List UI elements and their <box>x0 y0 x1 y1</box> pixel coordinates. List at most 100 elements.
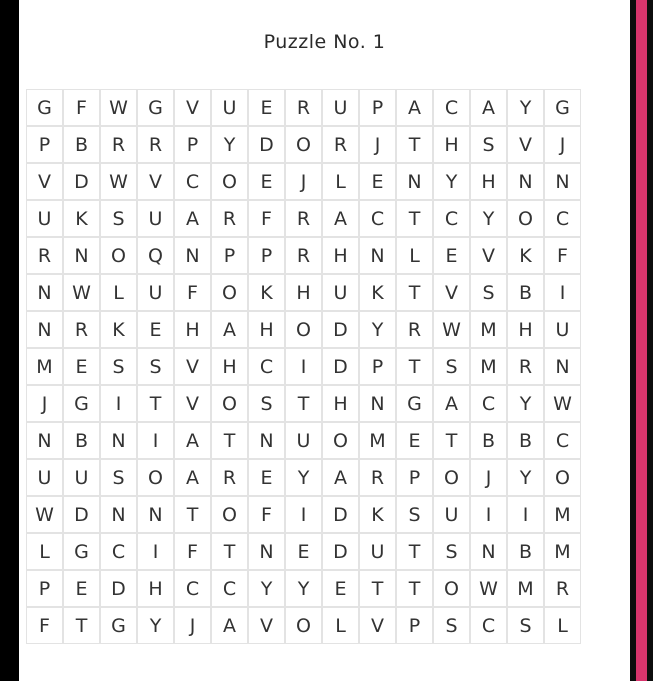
grid-cell[interactable]: P <box>359 89 396 126</box>
grid-cell[interactable]: F <box>174 274 211 311</box>
grid-cell[interactable]: R <box>507 348 544 385</box>
grid-cell[interactable]: B <box>63 422 100 459</box>
grid-cell[interactable]: D <box>248 126 285 163</box>
grid-cell[interactable]: M <box>470 311 507 348</box>
grid-cell[interactable]: T <box>211 533 248 570</box>
grid-cell[interactable]: U <box>359 533 396 570</box>
grid-cell[interactable]: V <box>359 607 396 644</box>
grid-cell[interactable]: R <box>285 237 322 274</box>
grid-cell[interactable]: R <box>63 311 100 348</box>
grid-cell[interactable]: A <box>470 89 507 126</box>
grid-cell[interactable]: G <box>396 385 433 422</box>
grid-cell[interactable]: T <box>137 385 174 422</box>
grid-cell[interactable]: V <box>137 163 174 200</box>
grid-cell[interactable]: L <box>100 274 137 311</box>
grid-cell[interactable]: R <box>211 459 248 496</box>
grid-cell[interactable]: M <box>359 422 396 459</box>
grid-cell[interactable]: B <box>507 274 544 311</box>
grid-cell[interactable]: P <box>359 348 396 385</box>
grid-cell[interactable]: H <box>322 385 359 422</box>
grid-cell[interactable]: F <box>26 607 63 644</box>
grid-cell[interactable]: J <box>174 607 211 644</box>
grid-cell[interactable]: R <box>544 570 581 607</box>
grid-cell[interactable]: C <box>470 385 507 422</box>
grid-cell[interactable]: E <box>396 422 433 459</box>
grid-cell[interactable]: O <box>211 163 248 200</box>
grid-cell[interactable]: W <box>470 570 507 607</box>
grid-cell[interactable]: M <box>26 348 63 385</box>
grid-cell[interactable]: G <box>137 89 174 126</box>
grid-cell[interactable]: L <box>322 607 359 644</box>
grid-cell[interactable]: G <box>63 385 100 422</box>
grid-cell[interactable]: R <box>359 459 396 496</box>
grid-cell[interactable]: O <box>544 459 581 496</box>
grid-cell[interactable]: J <box>285 163 322 200</box>
grid-cell[interactable]: A <box>433 385 470 422</box>
grid-cell[interactable]: N <box>470 533 507 570</box>
grid-cell[interactable]: C <box>433 89 470 126</box>
grid-cell[interactable]: D <box>322 496 359 533</box>
grid-cell[interactable]: W <box>26 496 63 533</box>
grid-cell[interactable]: N <box>248 533 285 570</box>
grid-cell[interactable]: T <box>285 385 322 422</box>
grid-cell[interactable]: U <box>137 200 174 237</box>
grid-cell[interactable]: V <box>470 237 507 274</box>
grid-cell[interactable]: S <box>507 607 544 644</box>
grid-cell[interactable]: C <box>470 607 507 644</box>
grid-cell[interactable]: W <box>100 89 137 126</box>
grid-cell[interactable]: N <box>248 422 285 459</box>
grid-cell[interactable]: E <box>322 570 359 607</box>
grid-cell[interactable]: E <box>359 163 396 200</box>
grid-cell[interactable]: K <box>100 311 137 348</box>
grid-cell[interactable]: V <box>248 607 285 644</box>
grid-cell[interactable]: I <box>100 385 137 422</box>
grid-cell[interactable]: N <box>63 237 100 274</box>
grid-cell[interactable]: E <box>285 533 322 570</box>
grid-cell[interactable]: I <box>507 496 544 533</box>
grid-cell[interactable]: V <box>174 89 211 126</box>
grid-cell[interactable]: S <box>137 348 174 385</box>
grid-cell[interactable]: K <box>359 496 396 533</box>
grid-cell[interactable]: R <box>26 237 63 274</box>
grid-cell[interactable]: F <box>248 496 285 533</box>
grid-cell[interactable]: S <box>100 348 137 385</box>
grid-cell[interactable]: A <box>211 607 248 644</box>
grid-cell[interactable]: J <box>544 126 581 163</box>
grid-cell[interactable]: G <box>544 89 581 126</box>
grid-cell[interactable]: H <box>248 311 285 348</box>
grid-cell[interactable]: S <box>470 126 507 163</box>
grid-cell[interactable]: S <box>433 607 470 644</box>
grid-cell[interactable]: C <box>248 348 285 385</box>
grid-cell[interactable]: E <box>433 237 470 274</box>
grid-cell[interactable]: P <box>26 570 63 607</box>
grid-cell[interactable]: R <box>137 126 174 163</box>
grid-cell[interactable]: M <box>470 348 507 385</box>
grid-cell[interactable]: N <box>137 496 174 533</box>
grid-cell[interactable]: U <box>322 89 359 126</box>
grid-cell[interactable]: Q <box>137 237 174 274</box>
grid-cell[interactable]: S <box>470 274 507 311</box>
grid-cell[interactable]: A <box>322 200 359 237</box>
grid-cell[interactable]: N <box>359 237 396 274</box>
grid-cell[interactable]: P <box>248 237 285 274</box>
grid-cell[interactable]: M <box>544 496 581 533</box>
grid-cell[interactable]: E <box>137 311 174 348</box>
grid-cell[interactable]: N <box>174 237 211 274</box>
grid-cell[interactable]: N <box>100 422 137 459</box>
grid-cell[interactable]: C <box>359 200 396 237</box>
grid-cell[interactable]: F <box>174 533 211 570</box>
grid-cell[interactable]: K <box>248 274 285 311</box>
grid-cell[interactable]: U <box>285 422 322 459</box>
grid-cell[interactable]: J <box>359 126 396 163</box>
grid-cell[interactable]: T <box>396 533 433 570</box>
grid-cell[interactable]: O <box>211 496 248 533</box>
grid-cell[interactable]: S <box>433 533 470 570</box>
grid-cell[interactable]: Y <box>285 570 322 607</box>
grid-cell[interactable]: T <box>174 496 211 533</box>
grid-cell[interactable]: W <box>63 274 100 311</box>
grid-cell[interactable]: N <box>544 348 581 385</box>
grid-cell[interactable]: P <box>26 126 63 163</box>
grid-cell[interactable]: E <box>63 570 100 607</box>
grid-cell[interactable]: O <box>211 274 248 311</box>
grid-cell[interactable]: E <box>63 348 100 385</box>
